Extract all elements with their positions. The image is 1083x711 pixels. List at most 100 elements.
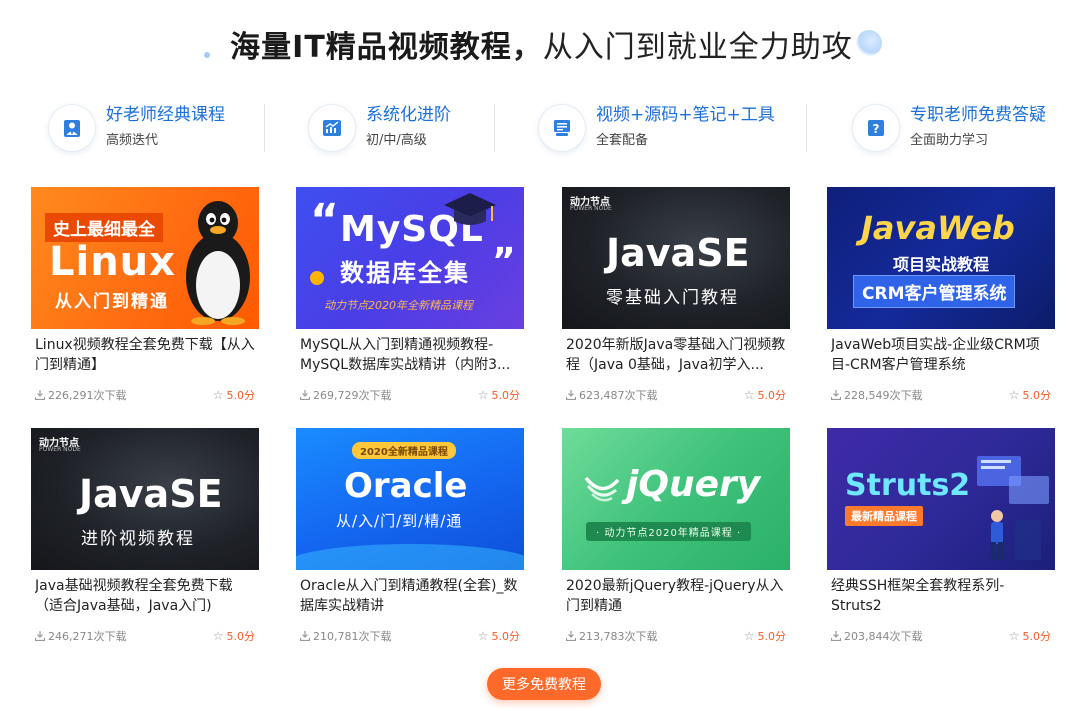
thumb-sub: · 动力节点2020年精品课程 · [586, 522, 752, 541]
course-title[interactable]: Java基础视频教程全套免费下载（适合Java基础，Java入门) [35, 576, 255, 616]
decorative-wave [296, 544, 524, 570]
teacher-icon [48, 104, 96, 152]
star-icon: ☆ [477, 629, 489, 643]
course-title[interactable]: 2020最新jQuery教程-jQuery从入门到精通 [566, 576, 786, 616]
star-icon: ☆ [477, 388, 489, 402]
headline-separator: ， [511, 30, 543, 65]
download-icon [35, 631, 45, 641]
score: ☆ 5.0分 [478, 387, 520, 403]
course-title[interactable]: 2020年新版Java零基础入门视频教程（Java 0基础，Java初学入... [566, 335, 786, 375]
score-value: 5.0分 [226, 389, 256, 402]
download-icon [831, 390, 841, 400]
download-text: 246,271次下载 [48, 630, 127, 643]
penguin-mascot [186, 201, 250, 325]
download-text: 226,291次下载 [48, 389, 127, 402]
feature-title: 专职老师免费答疑 [910, 105, 1046, 125]
course-card-mysql[interactable]: “ MySQL 数据库全集 ” 动力节点2020年全新精品课程 MySQL从入门… [296, 187, 524, 407]
star-icon: ☆ [212, 388, 224, 402]
download-count: 203,844次下载 [831, 628, 923, 644]
course-meta: 246,271次下载 ☆ 5.0分 [35, 628, 255, 644]
score: ☆ 5.0分 [1009, 387, 1051, 403]
course-title[interactable]: Oracle从入门到精通教程(全套)_数据库实战精讲 [300, 576, 520, 616]
score: ☆ 5.0分 [744, 628, 786, 644]
course-thumbnail[interactable]: 动力节点 POWER NODE JavaSE 进阶视频教程 [31, 428, 259, 570]
download-count: 226,291次下载 [35, 387, 127, 403]
course-thumbnail[interactable]: Struts2 最新精品课程 [827, 428, 1055, 570]
course-card-jquery[interactable]: jQuery · 动力节点2020年精品课程 · 2020最新jQuery教程-… [562, 428, 790, 648]
thumb-tag: 史上最细最全 [45, 213, 163, 242]
score-value: 5.0分 [1022, 389, 1052, 402]
download-icon [300, 631, 310, 641]
score: ☆ 5.0分 [744, 387, 786, 403]
download-icon [566, 390, 576, 400]
feature-subtitle: 高频迭代 [106, 133, 159, 148]
score-value: 5.0分 [757, 630, 787, 643]
thumb-quote-close: ” [492, 241, 516, 282]
thumb-tag: 最新精品课程 [845, 506, 923, 526]
thumb-sub: 零基础入门教程 [606, 288, 739, 308]
score-value: 5.0分 [226, 630, 256, 643]
course-title[interactable]: 经典SSH框架全套教程系列-Struts2 [831, 576, 1051, 616]
course-meta: 210,781次下载 ☆ 5.0分 [300, 628, 520, 644]
thumb-sub: 进阶视频教程 [81, 529, 195, 549]
download-icon [35, 390, 45, 400]
score-value: 5.0分 [1022, 630, 1052, 643]
feature-title: 系统化进阶 [366, 105, 451, 125]
course-thumbnail[interactable]: jQuery · 动力节点2020年精品课程 · [562, 428, 790, 570]
star-icon: ☆ [743, 629, 755, 643]
thumb-quote-open: “ [310, 195, 339, 246]
course-title[interactable]: MySQL从入门到精通视频教程-MySQL数据库实战精讲（内附3... [300, 335, 520, 375]
thumb-line2: 项目实战教程 [893, 255, 990, 274]
course-meta: 228,549次下载 ☆ 5.0分 [831, 387, 1051, 403]
download-icon [566, 631, 576, 641]
question-icon: ? [852, 104, 900, 152]
feature-subtitle: 全面助力学习 [910, 133, 989, 148]
score: ☆ 5.0分 [213, 387, 255, 403]
star-icon: ☆ [743, 388, 755, 402]
download-count: 246,271次下载 [35, 628, 127, 644]
download-icon [300, 390, 310, 400]
course-thumbnail[interactable]: 2020全新精品课程 Oracle 从/入/门/到/精/通 [296, 428, 524, 570]
growth-chart-icon [308, 104, 356, 152]
thumb-tag: 2020全新精品课程 [352, 442, 456, 459]
course-thumbnail[interactable]: JavaWeb 项目实战教程 CRM客户管理系统 [827, 187, 1055, 329]
headline-rest: 从入门到就业全力助攻 [542, 30, 853, 65]
decorative-circle [310, 271, 324, 285]
thumb-main: Linux [49, 239, 176, 285]
star-icon: ☆ [1008, 388, 1020, 402]
feature-subtitle: 初/中/高级 [366, 133, 427, 148]
download-count: 213,783次下载 [566, 628, 658, 644]
course-meta: 623,487次下载 ☆ 5.0分 [566, 387, 786, 403]
download-icon [831, 631, 841, 641]
course-card-linux[interactable]: 史上最细最全 Linux 从入门到精通 Linux视频教程全套免费下载【从入门到… [31, 187, 259, 407]
feature-subtitle: 全套配备 [596, 133, 649, 148]
course-card-javase-basic[interactable]: 动力节点 POWER NODE JavaSE 零基础入门教程 2020年新版Ja… [562, 187, 790, 407]
score: ☆ 5.0分 [213, 628, 255, 644]
course-meta: 226,291次下载 ☆ 5.0分 [35, 387, 255, 403]
download-text: 623,487次下载 [579, 389, 658, 402]
score: ☆ 5.0分 [1009, 628, 1051, 644]
course-card-javaweb[interactable]: JavaWeb 项目实战教程 CRM客户管理系统 JavaWeb项目实战-企业级… [827, 187, 1055, 407]
headline-strong: 海量IT精品视频教程 [230, 30, 512, 65]
course-title[interactable]: Linux视频教程全套免费下载【从入门到精通】 [35, 335, 255, 375]
course-thumbnail[interactable]: “ MySQL 数据库全集 ” 动力节点2020年全新精品课程 [296, 187, 524, 329]
score-value: 5.0分 [757, 389, 787, 402]
course-title[interactable]: JavaWeb项目实战-企业级CRM项目-CRM客户管理系统 [831, 335, 1051, 375]
more-courses-button[interactable]: 更多免费教程 [487, 668, 601, 700]
thumb-sub: CRM客户管理系统 [853, 275, 1016, 308]
thumb-sub: 从/入/门/到/精/通 [336, 512, 463, 530]
thumb-main: JavaSE [606, 231, 750, 275]
thumb-main: Struts2 [845, 468, 971, 503]
feature-divider [494, 104, 495, 152]
thumb-main: JavaSE [79, 472, 223, 516]
download-count: 623,487次下载 [566, 387, 658, 403]
course-thumbnail[interactable]: 史上最细最全 Linux 从入门到精通 [31, 187, 259, 329]
course-thumbnail[interactable]: 动力节点 POWER NODE JavaSE 零基础入门教程 [562, 187, 790, 329]
feature-title: 好老师经典课程 [106, 105, 225, 125]
thumb-main: Oracle [344, 466, 468, 506]
course-card-javase-advanced[interactable]: 动力节点 POWER NODE JavaSE 进阶视频教程 Java基础视频教程… [31, 428, 259, 648]
score-value: 5.0分 [491, 630, 521, 643]
course-card-oracle[interactable]: 2020全新精品课程 Oracle 从/入/门/到/精/通 Oracle从入门到… [296, 428, 524, 648]
feature-divider [806, 104, 807, 152]
course-card-struts2[interactable]: Struts2 最新精品课程 经典SSH框架全套教程系列-Struts2 203… [827, 428, 1055, 648]
